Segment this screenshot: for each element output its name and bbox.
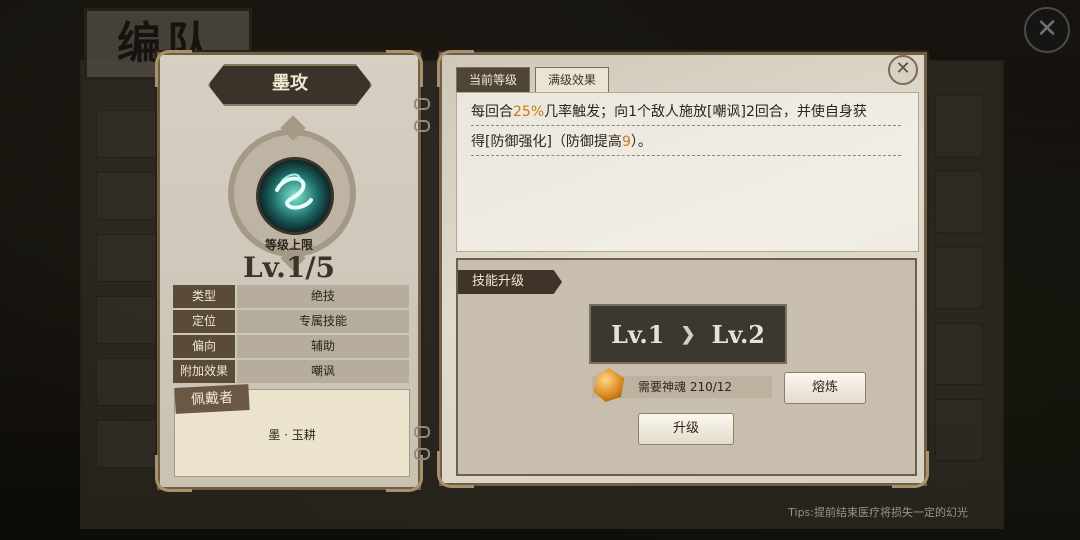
arrow-right-icon: ❯ [680, 323, 696, 345]
wearer-name: 墨 · 玉耕 [268, 428, 316, 442]
wearer-label: 佩戴者 [174, 384, 250, 414]
attribute-key: 定位 [173, 310, 235, 333]
attribute-key: 类型 [173, 285, 235, 308]
skill-icon [256, 157, 334, 235]
upgrade-title: 技能升级 [458, 270, 562, 294]
attribute-row: 偏向 辅助 [173, 335, 409, 358]
effect-line: 每回合25%几率触发；向1个敌人施放[嘲讽]2回合，并使自身获 [471, 101, 901, 126]
tab-max-level-effect[interactable]: 满级效果 [535, 67, 610, 93]
defense-bonus: 9 [621, 134, 631, 150]
to-level: Lv.2 [711, 319, 766, 349]
attribute-value: 绝技 [237, 285, 409, 308]
close-icon[interactable]: ✕ [888, 55, 918, 85]
attribute-table: 类型 绝技 定位 专属技能 偏向 辅助 附加效果 嘲讽 [173, 285, 409, 385]
ornament-corner [386, 50, 423, 87]
tab-current-level[interactable]: 当前等级 [456, 67, 531, 93]
ornament-corner [155, 50, 192, 87]
tips-text: Tips:提前结束医疗将损失一定的幻光 [788, 506, 968, 519]
attribute-value: 专属技能 [237, 310, 409, 333]
skill-name: 墨攻 [208, 64, 372, 106]
level-transition: Lv.1 ❯ Lv.2 [589, 304, 787, 364]
trigger-chance: 25% [513, 104, 545, 120]
wearer-box: 佩戴者 墨 · 玉耕 [174, 384, 410, 477]
attribute-row: 类型 绝技 [173, 285, 409, 308]
skill-detail-panel: 当前等级 满级效果 ✕ 每回合25%几率触发；向1个敌人施放[嘲讽]2回合，并使… [437, 50, 929, 488]
effect-tabs: 当前等级 满级效果 [456, 67, 614, 93]
skill-upgrade-section: 技能升级 Lv.1 ❯ Lv.2 需要神魂 210/12 熔炼 升级 [456, 258, 917, 476]
upgrade-button[interactable]: 升级 [638, 413, 734, 445]
smelt-button[interactable]: 熔炼 [784, 372, 866, 404]
attribute-value: 辅助 [237, 335, 409, 358]
level-value: Lv.1/5 [242, 251, 336, 284]
skill-card: 墨攻 等级上限 Lv.1/5 类型 绝技 定位 专属技能 偏向 辅助 附加效果 … [155, 50, 423, 492]
attribute-row: 定位 专属技能 [173, 310, 409, 333]
attribute-row: 附加效果 嘲讽 [173, 360, 409, 383]
from-level: Lv.1 [610, 319, 665, 349]
attribute-key: 偏向 [173, 335, 235, 358]
effect-line: 得[防御强化]（防御提高9）。 [471, 131, 901, 156]
effect-description: 每回合25%几率触发；向1个敌人施放[嘲讽]2回合，并使自身获 得[防御强化]（… [456, 92, 919, 252]
attribute-key: 附加效果 [173, 360, 235, 383]
attribute-value: 嘲讽 [237, 360, 409, 383]
